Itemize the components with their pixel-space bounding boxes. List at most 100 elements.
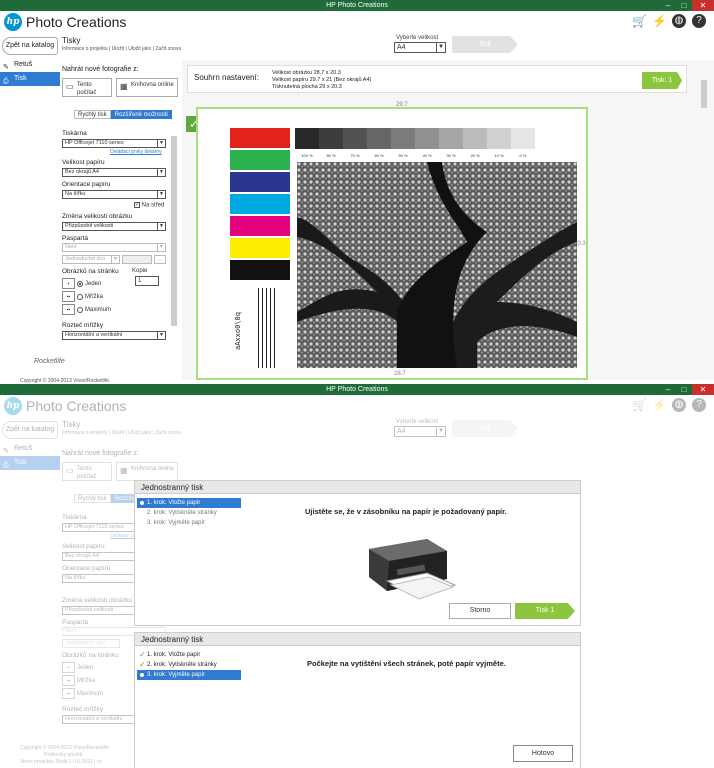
title-bar: HP Photo Creations – □ ✕ — [0, 384, 714, 395]
source-online-button: ▦ Knihovna online — [116, 462, 178, 481]
step-label: 3. krok: Vyjměte papír — [147, 520, 206, 526]
upload-heading: Nahrát nové fotografie z: — [62, 450, 139, 457]
gray-swatch — [511, 128, 535, 149]
library-icon: ▦ — [120, 466, 128, 475]
option-one[interactable]: ▪ Jeden — [62, 278, 101, 290]
maximize-icon[interactable]: □ — [676, 0, 692, 11]
scroll-thumb[interactable] — [171, 136, 177, 326]
maximize-icon[interactable]: □ — [676, 384, 692, 395]
version-text: Verze produktu: Build 1.0.0.2691 | cz — [20, 759, 102, 765]
nav-item-retouch[interactable]: ✎ Retuš — [0, 58, 60, 72]
grid-spacing-select[interactable]: Horizontální a vertikální ▼ — [62, 331, 166, 340]
single-layout-icon: ▪ — [62, 662, 75, 673]
source-online-button[interactable]: ▦ Knihovna online — [116, 78, 178, 97]
globe-icon[interactable]: ◍ — [672, 14, 686, 28]
lightning-icon[interactable]: ⚡ — [652, 14, 667, 28]
close-icon[interactable]: ✕ — [692, 0, 714, 11]
resize-label: Změna velikosti obrázku — [62, 597, 133, 604]
step-label: 3. krok: Vyjměte papír — [147, 672, 206, 678]
done-button[interactable]: Hotovo — [513, 745, 573, 762]
paper-size-value: Bez okrajů A4 — [65, 169, 99, 175]
chevron-down-icon: ▼ — [157, 223, 165, 230]
gray-swatch — [295, 128, 319, 149]
gray-label: 60 % — [374, 153, 384, 158]
radio-grid[interactable] — [77, 293, 83, 300]
hp-logo: hp — [4, 397, 22, 415]
left-nav: ✎ Retuš ⎙ Tisk — [0, 58, 60, 86]
radio-max[interactable] — [77, 306, 83, 313]
max-layout-icon: ▪▪ — [62, 688, 75, 699]
settings-summary: Souhrn nastavení: Velikost obrázku 28.7 … — [187, 65, 687, 93]
settings-scrollbar[interactable] — [170, 110, 178, 340]
tab-quick-print[interactable]: Rychlý tisk — [74, 110, 111, 119]
app-title: Photo Creations — [26, 398, 127, 414]
step-label: 2. krok: Vytiskněte stránky — [147, 662, 217, 668]
source-online-label: Knihovna online — [131, 82, 174, 88]
orientation-select[interactable]: Na šířku ▼ — [62, 190, 166, 199]
mode-tabs: Rychlý tisk Rozšířené možnosti — [74, 110, 172, 119]
paper-size-label: Velikost papíru — [62, 159, 105, 166]
close-icon[interactable]: ✕ — [692, 384, 714, 395]
paper-size-select[interactable]: Bez okrajů A4 ▼ — [62, 168, 166, 177]
tab-advanced[interactable]: Rozšířené možnosti — [110, 110, 172, 119]
back-to-catalog-button[interactable]: Zpět na katalog — [2, 37, 58, 55]
option-grid-label: Mřížka — [77, 678, 95, 685]
per-page-label: Obrázků na stránku — [62, 652, 119, 659]
option-grid-label: Mřížka — [85, 294, 103, 301]
window-title: HP Photo Creations — [326, 2, 388, 9]
grid-layout-icon: ▪▪ — [62, 675, 75, 686]
left-nav: ✎ Retuš ⎙ Tisk — [0, 442, 60, 470]
grid-spacing-value: Horizontální a vertikální — [65, 716, 123, 722]
passepartout-more-button[interactable]: ... — [154, 255, 166, 264]
passepartout-color-swatch[interactable] — [122, 255, 152, 264]
size-label: Vyberte velikost — [396, 419, 439, 425]
section-title: Tisky — [62, 420, 81, 429]
step-label: 1. krok: Vložte papír — [147, 500, 201, 506]
paper-size-value: Bez okrajů A4 — [65, 553, 99, 559]
resize-select[interactable]: Přizpůsobit velikosti ▼ — [62, 222, 166, 231]
minimize-icon[interactable]: – — [660, 384, 676, 395]
print-preview: Souhrn nastavení: Velikost obrázku 28.7 … — [182, 60, 714, 380]
printer-select[interactable]: HP Officejet 7110 series ▼ — [62, 139, 166, 148]
size-value: A4 — [397, 44, 406, 51]
printer-controls-link[interactable]: Ovládací prvky tiskárny — [110, 149, 162, 155]
project-links[interactable]: Informace o projektu | Uložit | Uložit j… — [62, 46, 181, 52]
step-remove-paper: 3. krok: Vyjměte papír — [137, 518, 241, 528]
option-grid[interactable]: ▪▪ Mřížka — [62, 291, 103, 303]
source-computer-button[interactable]: ▭ Tento počítač — [62, 78, 112, 97]
center-checkbox[interactable]: ✓ Na střed — [134, 202, 164, 209]
minimize-icon[interactable]: – — [660, 0, 676, 11]
copies-stepper[interactable]: 1 — [135, 276, 159, 286]
option-max-label: Maximum — [77, 691, 104, 698]
app-header: hp Photo Creations 🛒 ⚡ ◍ ? — [0, 11, 714, 37]
chevron-down-icon: ▼ — [436, 427, 445, 436]
upload-heading: Nahrát nové fotografie z: — [62, 66, 139, 73]
computer-icon: ▭ — [66, 82, 74, 91]
gray-swatch — [391, 128, 415, 149]
size-select[interactable]: A4 ▼ — [394, 42, 446, 53]
print-button[interactable]: Tisk: 1 — [642, 72, 682, 89]
cancel-button[interactable]: Storno — [449, 603, 511, 619]
cart-icon[interactable]: 🛒 — [632, 14, 647, 28]
step-print-pages: 2. krok: Vytiskněte stránky — [137, 508, 241, 518]
option-max[interactable]: ▪▪ Maximum — [62, 304, 111, 316]
radio-one[interactable] — [77, 280, 83, 287]
help-icon[interactable]: ? — [692, 14, 706, 28]
print-1-button[interactable]: Tisk 1 — [515, 603, 575, 619]
nav-item-print[interactable]: ⎙ Tisk — [0, 72, 60, 86]
gray-swatch — [343, 128, 367, 149]
terms-link: Podmínky použití — [44, 752, 83, 758]
passepartout-style-select[interactable]: Jednoduché zko ▼ — [62, 255, 120, 264]
passepartout-select[interactable]: Není ▼ — [62, 243, 166, 252]
source-online-label: Knihovna online — [131, 466, 174, 472]
print-top-button: Tisk — [452, 420, 518, 437]
option-max-label: Maximum — [85, 307, 112, 314]
step-insert-paper: ✓ 1. krok: Vložte papír — [137, 650, 241, 660]
preview-scrollbar[interactable] — [700, 80, 708, 380]
width-bottom-dimension: 28.7 — [394, 371, 406, 377]
print-top-button[interactable]: Tisk — [452, 36, 518, 53]
nav-label: Retuš — [14, 61, 33, 68]
resize-label: Změna velikosti obrázku — [62, 213, 133, 220]
preview-scroll-thumb[interactable] — [701, 80, 707, 108]
orientation-value: Na šířku — [65, 575, 86, 581]
